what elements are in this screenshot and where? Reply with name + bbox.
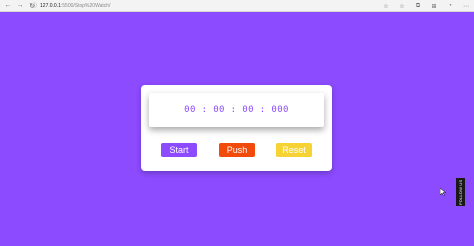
side-tab[interactable]: FOLLOW US — [456, 178, 465, 206]
toolbar-actions: ☆ ☆ ⧉ ⊞ ◔ ⋯ — [382, 1, 470, 11]
time-display: 00 : 00 : 00 : 000 — [149, 93, 324, 127]
back-icon[interactable]: ← — [3, 1, 13, 11]
mouse-cursor-icon — [440, 188, 446, 196]
url-host: 127.0.0.1 — [40, 2, 61, 9]
push-button[interactable]: Push — [219, 143, 255, 157]
url-path: :5500/Stop%20Watch/ — [60, 2, 111, 9]
tabs-icon[interactable]: ⧉ — [414, 3, 422, 10]
stopwatch-card: 00 : 00 : 00 : 000 Start Push Reset — [141, 85, 332, 171]
start-button[interactable]: Start — [161, 143, 197, 157]
forward-icon[interactable]: → — [15, 1, 25, 11]
profile-icon[interactable]: ◔ — [446, 3, 454, 9]
collections-icon[interactable]: ⊞ — [430, 3, 438, 10]
browser-toolbar: ← → ↻ ⓘ 127.0.0.1 :5500/Stop%20Watch/ ☆ … — [0, 0, 474, 12]
star-icon[interactable]: ☆ — [382, 3, 390, 10]
more-menu-icon[interactable]: ⋯ — [462, 3, 470, 10]
address-bar[interactable]: ⓘ 127.0.0.1 :5500/Stop%20Watch/ — [32, 1, 362, 10]
reset-button[interactable]: Reset — [276, 143, 312, 157]
site-info-icon[interactable]: ⓘ — [32, 2, 37, 9]
favorites-icon[interactable]: ☆ — [398, 3, 406, 10]
